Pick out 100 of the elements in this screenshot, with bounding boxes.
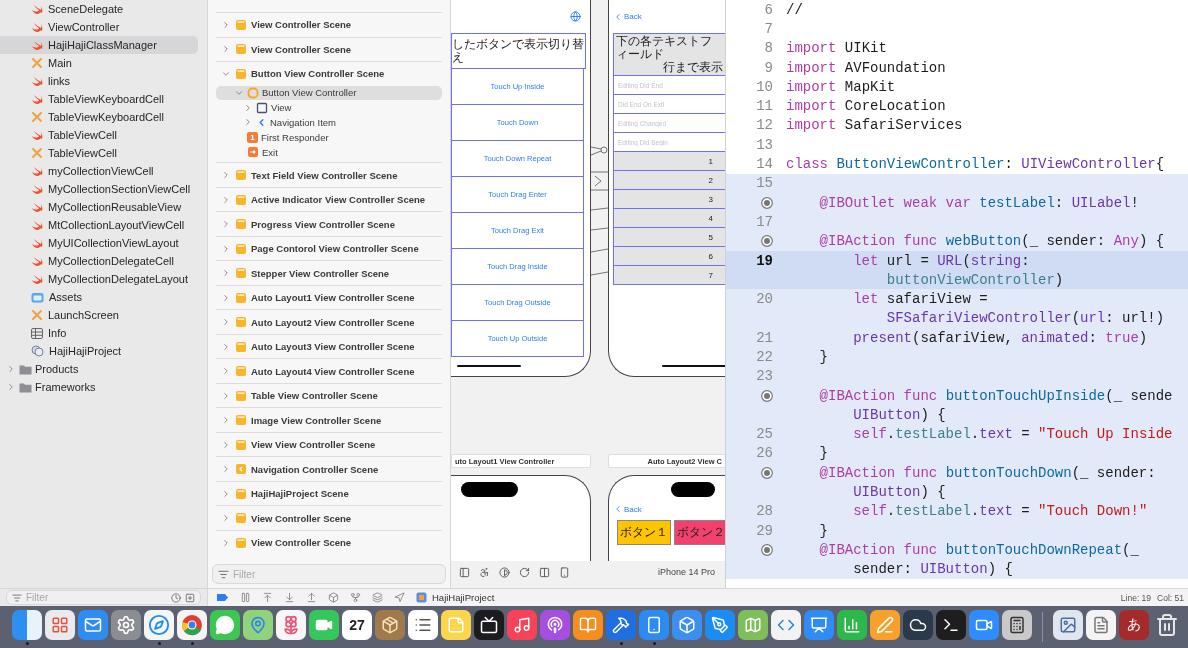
navigator-item[interactable]: myCollectionViewCell [0,162,198,180]
sidebar-icon[interactable] [459,566,470,578]
ring-icon[interactable] [177,609,207,640]
scene-item[interactable]: Active Indicator View Controller Scene [216,188,442,212]
scene-item[interactable]: Navigation Controller Scene [216,457,442,481]
table-row[interactable]: 2 [613,171,726,190]
navigator-item[interactable]: Assets [0,288,198,306]
navigator-item[interactable]: TableViewCell [0,126,198,144]
navigator-item[interactable]: TableViewKeyboardCell [0,108,198,126]
music-note-icon[interactable] [507,609,537,640]
navigator-item[interactable]: HajiHajiClassManager [0,36,198,54]
calculator-icon[interactable] [1002,609,1032,640]
back-link[interactable]: Back [613,504,726,514]
book-icon[interactable] [573,609,603,640]
contrast-icon[interactable] [499,566,510,578]
tv-icon[interactable] [474,609,504,640]
phone-icon[interactable] [639,609,669,640]
envelope-icon[interactable] [78,609,108,640]
table-row[interactable]: 4 [613,209,726,228]
navigator-item[interactable]: TableViewKeyboardCell [0,90,198,108]
cube-icon[interactable] [672,609,702,640]
scene-item[interactable]: Auto Layout1 View Controller Scene [216,286,442,310]
video-camera-icon[interactable] [969,609,999,640]
filter-input[interactable]: Filter [233,568,440,580]
dictionary-icon[interactable]: あ [1119,609,1149,640]
navigator-item[interactable]: SceneDelegate [0,0,198,18]
list-icon[interactable] [408,609,438,640]
navigator-group[interactable]: Products [0,360,207,378]
outline-item[interactable]: Button View Controller [216,85,442,101]
table-row[interactable]: 3 [613,190,726,209]
navigator-item[interactable]: MyCollectionReusableView [0,198,198,216]
navigator-item[interactable]: MyCollectionDelegateLayout [0,270,198,288]
scene-item[interactable]: HajiHajiProject Scene [216,482,442,506]
split-square-icon[interactable] [12,609,42,640]
accessibility-icon[interactable] [479,566,490,578]
add-icon[interactable] [185,592,195,603]
filter-field[interactable]: Filter [6,590,201,605]
step-out-icon[interactable] [306,592,317,603]
note-icon[interactable] [441,609,471,640]
scene-item[interactable]: Auto Layout2 View Controller Scene [216,310,442,334]
filter-field[interactable]: Filter [212,564,446,584]
calendar-icon[interactable]: 27 [342,609,372,640]
navigator-item[interactable]: MyCollectionDelegateCell [0,252,198,270]
navigator-item[interactable]: TableViewCell [0,144,198,162]
navigator-item[interactable]: MyCollectionSectionViewCell [0,180,198,198]
podcast-icon[interactable] [540,609,570,640]
cloud-icon[interactable] [903,609,933,640]
scene-item[interactable]: View Controller Scene [216,13,442,37]
navigator-item[interactable]: Info [0,324,198,342]
scheme-target[interactable]: HajiHajiProject [432,592,495,603]
table-row[interactable]: 6 [613,247,726,266]
scene-item[interactable]: View Controller Scene [216,506,442,530]
branch-icon[interactable] [350,592,361,603]
map-pin-icon[interactable] [243,609,273,640]
navigator-item[interactable]: LaunchScreen [0,306,198,324]
scene-item[interactable]: Text Field View Controller Scene [216,163,442,187]
scene-item[interactable]: View View Controller Scene [216,433,442,457]
bar-chart-icon[interactable] [837,609,867,640]
scene-item[interactable]: Stepper View Controller Scene [216,261,442,285]
pen-tool-icon[interactable] [705,609,735,640]
device-selector[interactable]: iPhone 14 Pro [657,567,715,577]
navigator-item[interactable]: ViewController [0,18,198,36]
pause-icon[interactable] [240,592,251,603]
scene-item[interactable]: View Controller Scene [216,531,442,555]
connection-marker-icon[interactable] [761,235,773,248]
document-icon[interactable] [1086,609,1116,640]
table-row[interactable]: 5 [613,228,726,247]
outline-item[interactable]: Exit [216,144,442,160]
grid-icon[interactable] [45,609,75,640]
rotate-icon[interactable] [519,566,530,578]
table-row[interactable]: 7 [613,266,726,285]
scene-item[interactable]: Progress View Controller Scene [216,212,442,236]
image-icon[interactable] [1053,609,1083,640]
scene-item[interactable]: Table View Controller Scene [216,384,442,408]
package-icon[interactable] [375,609,405,640]
connection-marker-icon[interactable] [761,196,773,209]
layers-icon[interactable] [372,592,383,603]
phone-icon[interactable] [559,566,570,578]
outline-item[interactable]: 1 First Responder [216,129,442,145]
presentation-icon[interactable] [804,609,834,640]
scene-item[interactable]: Auto Layout4 View Controller Scene [216,359,442,383]
cube-icon[interactable] [328,592,339,603]
columns-icon[interactable] [539,566,550,578]
compass-icon[interactable] [144,609,174,640]
map-icon[interactable] [738,609,768,640]
step-in-icon[interactable] [284,592,295,603]
navigator-item[interactable]: MyUICollectionViewLayout [0,234,198,252]
video-camera-icon[interactable] [309,609,339,640]
navigator-item[interactable]: HajiHajiProject [0,342,198,360]
connection-marker-icon[interactable] [761,389,773,402]
location-icon[interactable] [394,592,405,603]
scene-item[interactable]: Image View Controller Scene [216,408,442,432]
connection-marker-icon[interactable] [761,466,773,479]
navigator-item[interactable]: Main [0,54,198,72]
outline-item[interactable]: Navigation Item [216,115,442,130]
outline-item[interactable]: View [216,100,442,116]
scene-item[interactable]: Button View Controller Scene [216,62,442,86]
navigator-item[interactable]: MtCollectionLayoutViewCell [0,216,198,234]
navigator-group[interactable]: Frameworks [0,378,207,396]
navigator-item[interactable]: links [0,72,198,90]
